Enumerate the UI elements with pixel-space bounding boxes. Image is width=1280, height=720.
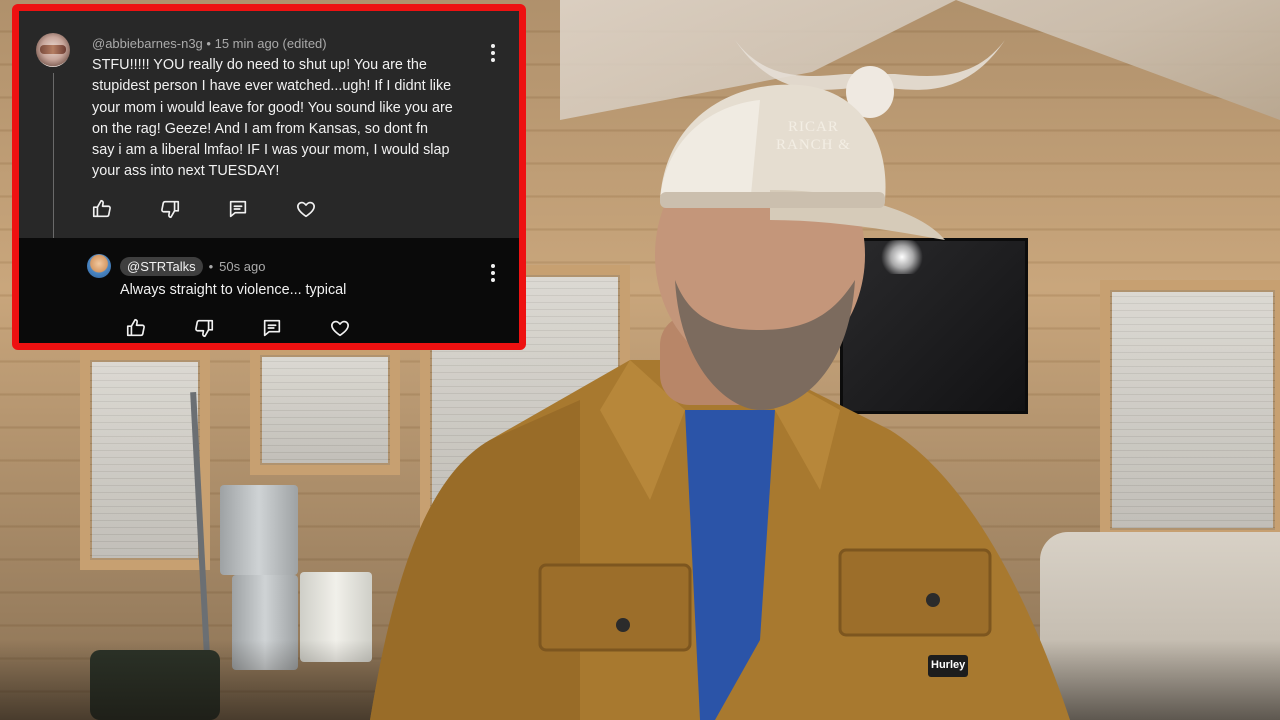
heart-icon[interactable] (288, 191, 324, 227)
thumbs-down-icon[interactable] (152, 191, 188, 227)
reply-more-options-icon[interactable] (483, 263, 503, 283)
replier-avatar[interactable] (87, 254, 111, 278)
comment-line: your mom i would leave for good! You sou… (92, 99, 453, 116)
comment-thread-overlay: @abbiebarnes-n3g • 15 min ago (edited) S… (12, 4, 526, 350)
cap-embroidery: RICAR RANCH & (776, 118, 851, 154)
heart-icon[interactable] (322, 310, 358, 343)
comment-timestamp[interactable]: 15 min ago (edited) (215, 36, 327, 51)
reply-author-badge[interactable]: @STRTalks (120, 257, 203, 276)
comment-more-options-icon[interactable] (483, 43, 503, 63)
cap-text-line1: RICAR (788, 119, 839, 135)
meta-separator: • (206, 36, 211, 51)
meta-separator: • (208, 259, 214, 274)
comment-meta: @abbiebarnes-n3g • 15 min ago (edited) (92, 36, 327, 51)
reply-meta: @STRTalks • 50s ago (120, 257, 265, 276)
window-right (1100, 280, 1280, 540)
comment-line: STFU!!!!! YOU really do need to shut up!… (92, 57, 427, 73)
comment-action-bar (84, 191, 324, 227)
top-comment: @abbiebarnes-n3g • 15 min ago (edited) S… (19, 11, 519, 238)
comment-body: STFU!!!!! YOU really do need to shut up!… (92, 55, 492, 183)
reply-action-bar (118, 310, 358, 343)
comment-line: your ass into next TUESDAY! (92, 163, 280, 180)
window-far-left (80, 350, 210, 570)
reply-comment-icon[interactable] (254, 310, 290, 343)
reply-comment-icon[interactable] (220, 191, 256, 227)
cap-text-line2: RANCH & (776, 137, 851, 153)
comment-author[interactable]: @abbiebarnes-n3g (92, 36, 203, 51)
comment-line: stupidest person I have ever watched...u… (92, 78, 452, 95)
bucket-upper (220, 485, 298, 575)
reply-timestamp[interactable]: 50s ago (219, 259, 265, 274)
reply-body: Always straight to violence... typical (120, 282, 347, 298)
commenter-avatar[interactable] (36, 33, 70, 67)
comment-line: on the rag! Geeze! And I am from Kansas,… (92, 120, 428, 137)
thumbs-down-icon[interactable] (186, 310, 222, 343)
comment-line: say i am a liberal lmfao! IF I was your … (92, 142, 450, 159)
reply-comment: @STRTalks • 50s ago Always straight to v… (19, 238, 519, 343)
jacket-brand-tag: Hurley (931, 659, 966, 671)
thumbs-up-icon[interactable] (118, 310, 154, 343)
